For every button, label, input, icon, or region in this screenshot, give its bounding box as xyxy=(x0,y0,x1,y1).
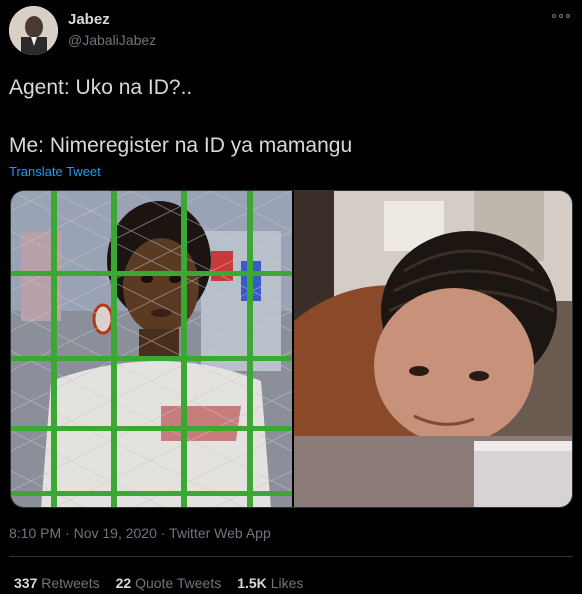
tweet-timestamp[interactable]: 8:10 PM · Nov 19, 2020 · Twitter Web App xyxy=(9,525,271,541)
quote-tweets-stat[interactable]: 22 Quote Tweets xyxy=(116,575,222,591)
translate-tweet-link[interactable]: Translate Tweet xyxy=(9,164,101,179)
retweets-count: 337 xyxy=(14,575,38,591)
likes-label: Likes xyxy=(270,575,304,591)
retweets-stat[interactable]: 337 Retweets xyxy=(14,575,100,591)
author-name[interactable]: Jabez xyxy=(68,11,110,28)
retweets-label: Retweets xyxy=(41,575,100,591)
likes-count: 1.5K xyxy=(237,575,267,591)
avatar[interactable] xyxy=(9,6,58,55)
media-image-left[interactable] xyxy=(11,191,293,507)
divider xyxy=(9,556,573,557)
likes-stat[interactable]: 1.5K Likes xyxy=(237,575,303,591)
tweet: Jabez @JabaliJabez Agent: Uko na ID?.. M… xyxy=(0,0,582,594)
author-handle[interactable]: @JabaliJabez xyxy=(68,32,156,48)
tweet-stats: 337 Retweets 22 Quote Tweets 1.5K Likes xyxy=(14,575,303,591)
quote-tweets-label: Quote Tweets xyxy=(135,575,222,591)
media-image-right[interactable] xyxy=(294,191,572,507)
tweet-text-line: Me: Nimeregister na ID ya mamangu xyxy=(9,134,353,157)
more-options-icon[interactable] xyxy=(548,8,574,24)
tweet-text-line: Agent: Uko na ID?.. xyxy=(9,76,193,99)
quote-tweets-count: 22 xyxy=(115,575,132,591)
tweet-media[interactable] xyxy=(10,190,573,508)
